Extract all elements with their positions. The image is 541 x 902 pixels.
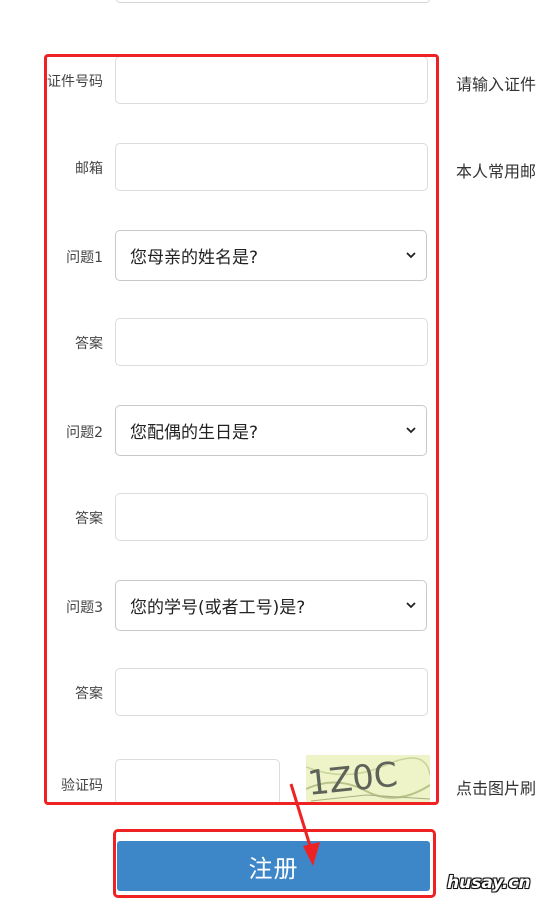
email-label: 邮箱 — [75, 161, 103, 177]
answer3-label: 答案 — [75, 686, 103, 702]
answer1-label: 答案 — [75, 336, 103, 352]
email-input[interactable] — [115, 143, 428, 191]
register-button[interactable]: 注册 — [117, 841, 430, 891]
captcha-input[interactable] — [115, 759, 280, 805]
id-number-label: 证件号码 — [47, 74, 103, 90]
id-number-hint: 请输入证件 — [456, 75, 537, 94]
answer2-label: 答案 — [75, 511, 103, 527]
email-hint: 本人常用邮 — [456, 162, 537, 181]
question3-value: 您的学号(或者工号)是? — [130, 598, 306, 618]
answer3-input[interactable] — [115, 668, 428, 716]
question3-select[interactable]: 您的学号(或者工号)是? — [115, 580, 427, 631]
question2-select[interactable]: 您配偶的生日是? — [115, 405, 427, 456]
captcha-label: 验证码 — [61, 778, 103, 794]
answer1-input[interactable] — [115, 318, 428, 366]
question3-label: 问题3 — [66, 600, 103, 616]
answer2-input[interactable] — [115, 493, 428, 541]
chevron-down-icon — [406, 251, 416, 258]
previous-field-edge[interactable] — [116, 0, 430, 3]
chevron-down-icon — [406, 601, 416, 608]
captcha-image[interactable]: 1Z0C — [306, 755, 430, 805]
question2-value: 您配偶的生日是? — [130, 423, 259, 443]
question1-select[interactable]: 您母亲的姓名是? — [115, 230, 427, 281]
watermark: husay.cn — [447, 873, 531, 893]
id-number-input[interactable] — [115, 56, 428, 104]
question1-label: 问题1 — [66, 250, 103, 266]
chevron-down-icon — [406, 426, 416, 433]
question2-label: 问题2 — [66, 425, 103, 441]
question1-value: 您母亲的姓名是? — [130, 248, 259, 268]
captcha-hint: 点击图片刷 — [456, 779, 537, 798]
